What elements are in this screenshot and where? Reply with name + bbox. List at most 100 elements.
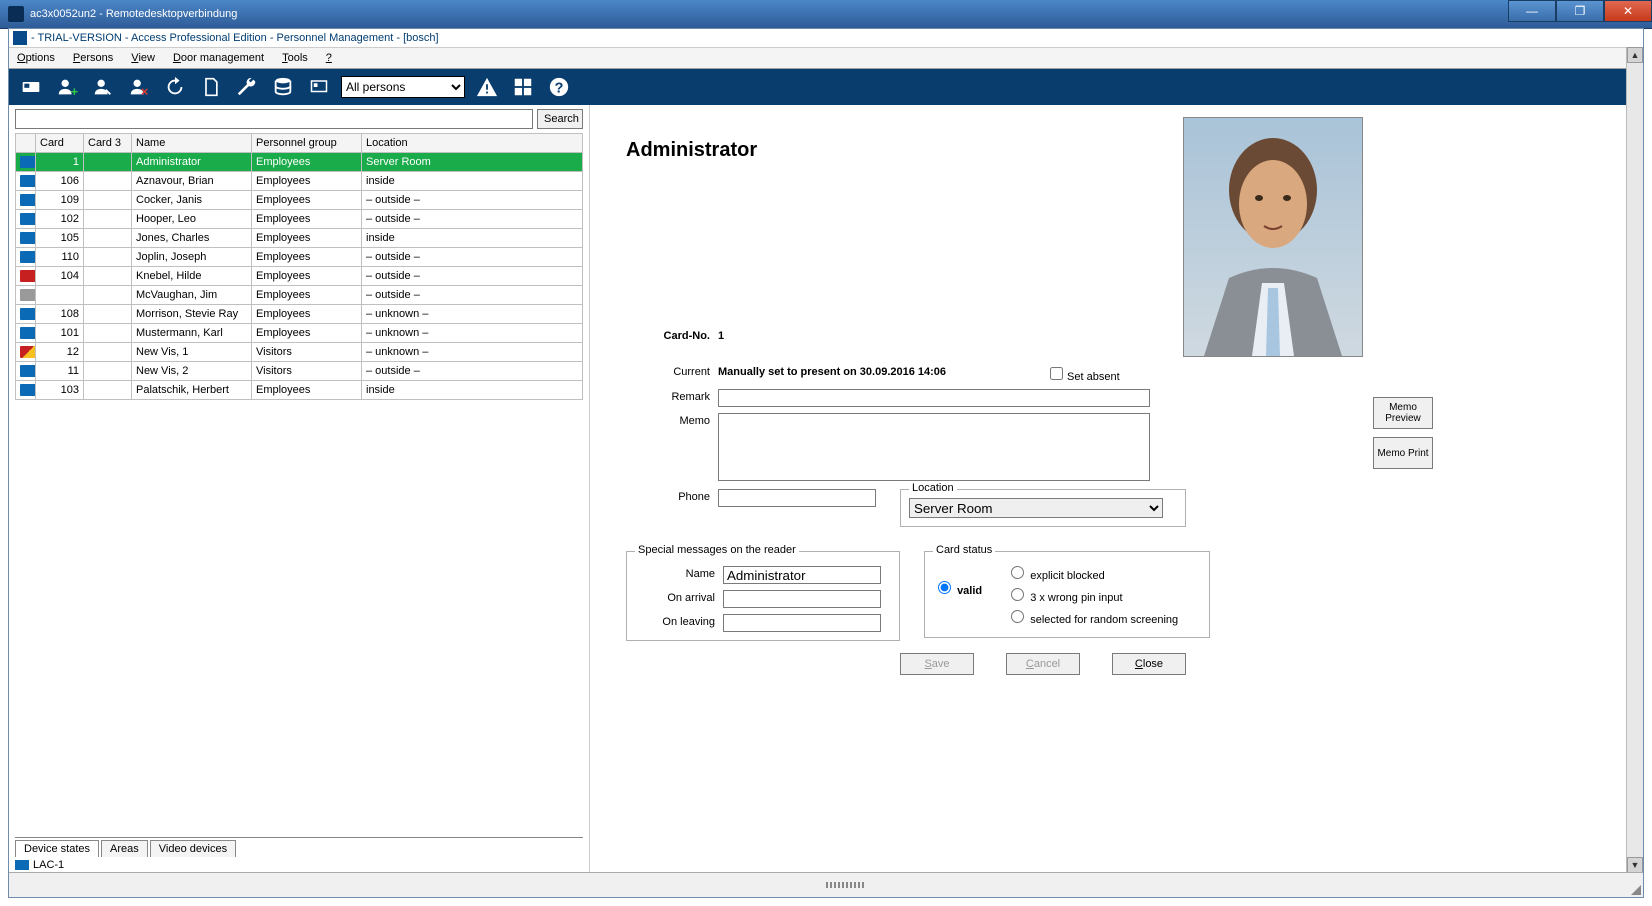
close-window-button[interactable]: ✕ [1604,0,1652,22]
toolbar: + × All persons ? [9,69,1643,105]
col-icon[interactable] [16,134,36,153]
status-icon [20,308,36,320]
col-name[interactable]: Name [132,134,252,153]
menu-view[interactable]: View [131,52,155,64]
svg-text:×: × [141,84,149,98]
remark-input[interactable] [718,389,1150,407]
menu-tools[interactable]: Tools [282,52,308,64]
menu-door[interactable]: Door management [173,52,264,64]
col-card[interactable]: Card [36,134,84,153]
status-icon [20,270,36,282]
sp-leaving-input[interactable] [723,614,881,632]
lac-icon [15,860,29,870]
set-absent-label: Set absent [1067,371,1120,383]
edit-person-icon[interactable] [89,73,117,101]
persons-table: Card Card 3 Name Personnel group Locatio… [15,133,583,400]
memo-textarea[interactable] [718,413,1150,481]
sp-arrival-input[interactable] [723,590,881,608]
status-icon [20,365,36,377]
status-icon [20,346,36,358]
lac-label[interactable]: LAC-1 [33,859,64,871]
scroll-up-icon[interactable]: ▲ [1627,47,1643,63]
cardstatus-legend: Card status [933,544,995,556]
table-row[interactable]: 108Morrison, Stevie RayEmployees– unknow… [16,305,583,324]
table-row[interactable]: 106Aznavour, BrianEmployeesinside [16,172,583,191]
phone-input[interactable] [718,489,876,507]
blocked-radio[interactable] [1011,566,1024,579]
card-no-value: 1 [718,328,724,342]
tab-device-states[interactable]: Device states [15,840,99,857]
table-row[interactable]: 101Mustermann, KarlEmployees– unknown – [16,324,583,343]
location-legend: Location [909,482,957,494]
memo-print-button[interactable]: Memo Print [1373,437,1433,469]
database-icon[interactable] [269,73,297,101]
col-loc[interactable]: Location [362,134,583,153]
status-icon [20,156,36,168]
special-legend: Special messages on the reader [635,544,799,556]
search-input[interactable] [15,109,533,129]
cancel-button[interactable]: Cancel [1006,653,1080,675]
close-button[interactable]: Close [1112,653,1186,675]
current-value: Manually set to present on 30.09.2016 14… [718,364,946,378]
set-absent-checkbox[interactable] [1050,367,1063,380]
menu-persons[interactable]: Persons [73,52,113,64]
help-icon[interactable]: ? [545,73,573,101]
status-icon [20,289,36,301]
screening-radio[interactable] [1011,610,1024,623]
menu-help[interactable]: ? [326,52,332,64]
card-no-label: Card-No. [626,328,718,342]
rdp-titlebar: ac3x0052un2 - Remotedesktopverbindung — … [0,0,1652,29]
splitter-grip[interactable] [826,882,866,888]
memo-preview-button[interactable]: Memo Preview [1373,397,1433,429]
table-row[interactable]: 109Cocker, JanisEmployees– outside – [16,191,583,210]
tab-areas[interactable]: Areas [101,840,148,857]
wrench-icon[interactable] [233,73,261,101]
valid-radio[interactable] [938,581,951,594]
menu-options[interactable]: Options [17,52,55,64]
document-icon[interactable] [197,73,225,101]
warning-icon[interactable] [473,73,501,101]
wrongpin-radio[interactable] [1011,588,1024,601]
sp-leaving-label: On leaving [635,614,723,628]
person-photo [1183,117,1363,357]
col-card3[interactable]: Card 3 [84,134,132,153]
card-icon[interactable] [17,73,45,101]
person-filter-select[interactable]: All persons [341,76,465,98]
tab-video[interactable]: Video devices [150,840,236,857]
resize-grip-icon[interactable] [1631,885,1641,895]
table-row[interactable]: 11New Vis, 2Visitors– outside – [16,362,583,381]
table-row[interactable]: 1AdministratorEmployeesServer Room [16,153,583,172]
table-row[interactable]: 105Jones, CharlesEmployeesinside [16,229,583,248]
maximize-button[interactable]: ❐ [1556,0,1604,22]
table-row[interactable]: 104Knebel, HildeEmployees– outside – [16,267,583,286]
table-row[interactable]: 102Hooper, LeoEmployees– outside – [16,210,583,229]
phone-label: Phone [626,489,718,503]
grid-icon[interactable] [509,73,537,101]
table-row[interactable]: 12New Vis, 1Visitors– unknown – [16,343,583,362]
search-button[interactable]: Search [537,109,583,129]
rdp-icon [8,6,24,22]
statusbar [9,872,1643,897]
refresh-icon[interactable] [161,73,189,101]
status-icon [20,232,36,244]
table-row[interactable]: McVaughan, JimEmployees– outside – [16,286,583,305]
vertical-scrollbar[interactable]: ▲ ▼ [1626,47,1643,873]
col-pg[interactable]: Personnel group [252,134,362,153]
table-row[interactable]: 103Palatschik, HerbertEmployeesinside [16,381,583,400]
add-person-icon[interactable]: + [53,73,81,101]
scroll-down-icon[interactable]: ▼ [1627,857,1643,873]
sp-name-input[interactable] [723,566,881,584]
table-row[interactable]: 110Joplin, JosephEmployees– outside – [16,248,583,267]
minimize-button[interactable]: — [1508,0,1556,22]
detail-title: Administrator [626,139,1607,162]
rdp-title: ac3x0052un2 - Remotedesktopverbindung [30,8,237,20]
memo-label: Memo [626,413,718,427]
badge-icon[interactable] [305,73,333,101]
svg-text:?: ? [555,81,564,97]
location-select[interactable]: Server Room [909,498,1163,518]
save-button[interactable]: Save [900,653,974,675]
app-titlebar: - TRIAL-VERSION - Access Professional Ed… [9,29,1643,48]
delete-person-icon[interactable]: × [125,73,153,101]
status-icon [20,175,36,187]
status-icon [20,213,36,225]
